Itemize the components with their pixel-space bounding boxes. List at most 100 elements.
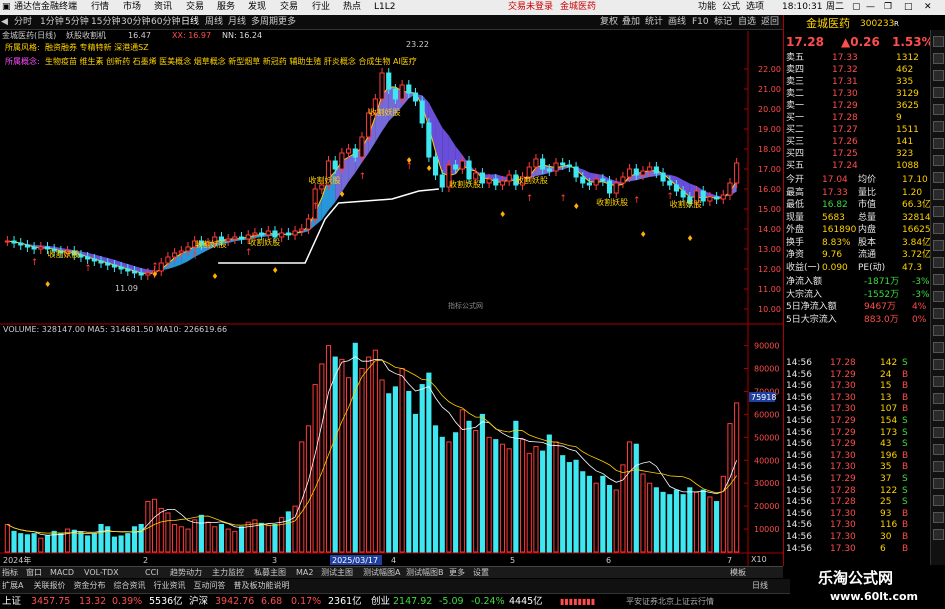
period-15min[interactable]: 15分钟 <box>91 17 120 28</box>
tool-icon[interactable] <box>933 223 944 234</box>
period-monthly[interactable]: 月线 <box>228 17 246 28</box>
period-more[interactable]: 更多 <box>278 17 296 28</box>
tool-icon[interactable] <box>933 138 944 149</box>
info-tab[interactable]: 互动问答 <box>194 581 226 591</box>
indicator-tab[interactable]: CCI <box>145 568 159 578</box>
tool-icon[interactable] <box>933 308 944 319</box>
info-tab[interactable]: 综合资讯 <box>114 581 146 591</box>
period-5min[interactable]: 5分钟 <box>65 17 89 28</box>
menu-item[interactable]: 服务 <box>217 2 235 13</box>
tool-icon[interactable] <box>933 393 944 404</box>
tool-icon[interactable] <box>933 240 944 251</box>
tool-icon[interactable] <box>933 172 944 183</box>
menu-item[interactable]: 发现 <box>248 2 266 13</box>
indicator-tab[interactable]: 更多 <box>449 568 465 578</box>
tool-icon[interactable] <box>933 461 944 472</box>
tool-icon[interactable] <box>933 53 944 64</box>
index-name[interactable]: 上证 <box>2 596 21 608</box>
indicator-tab[interactable]: VOL-TDX <box>84 568 119 578</box>
indicator-tab[interactable]: 指标 <box>2 568 18 578</box>
restore-icon[interactable]: ❐ <box>884 2 892 13</box>
tool-icon[interactable] <box>933 274 944 285</box>
daily-tab[interactable]: 日线 <box>752 581 768 591</box>
menu-item[interactable]: 行情 <box>91 2 109 13</box>
order-book-row[interactable]: 买五 17.24 1088 <box>784 160 930 172</box>
btn-adjust[interactable]: 复权 <box>600 17 618 28</box>
index-name[interactable]: 创业 <box>371 596 390 608</box>
tool-icon[interactable] <box>933 342 944 353</box>
indicator-tab[interactable]: 私募主图 <box>254 568 286 578</box>
tool-icon[interactable] <box>933 104 944 115</box>
tool-icon[interactable] <box>933 206 944 217</box>
indicator-tab[interactable]: 窗口 <box>26 568 42 578</box>
menu-options[interactable]: 选项 <box>746 2 764 13</box>
indicator-tab[interactable]: 测试主图 <box>321 568 353 578</box>
menu-item[interactable]: 热点 <box>343 2 361 13</box>
info-tab[interactable]: 关联报价 <box>34 581 66 591</box>
toolbar-back-icon[interactable]: ◀ <box>1 17 8 28</box>
period-1min[interactable]: 1分钟 <box>40 17 64 28</box>
btn-overlay[interactable]: 叠加 <box>622 17 640 28</box>
tool-icon[interactable] <box>933 325 944 336</box>
menu-function[interactable]: 功能 <box>698 2 716 13</box>
indicator-tab[interactable]: MACD <box>50 568 74 578</box>
tool-icon[interactable] <box>933 529 944 540</box>
indicator-tab[interactable]: 主力监控 <box>212 568 244 578</box>
btn-f10[interactable]: F10 <box>692 17 709 28</box>
index-name[interactable]: 沪深 <box>189 596 208 608</box>
period-intraday[interactable]: 分时 <box>14 17 32 28</box>
btn-stats[interactable]: 统计 <box>645 17 663 28</box>
menu-item[interactable]: 交易 <box>280 2 298 13</box>
tool-icon[interactable] <box>933 376 944 387</box>
indicator-tab[interactable]: 测试幅图B <box>406 568 444 578</box>
tool-icon[interactable] <box>933 36 944 47</box>
menu-item[interactable]: L1L2 <box>374 2 395 13</box>
minimize-icon[interactable]: — <box>866 2 875 13</box>
close-icon[interactable]: ✕ <box>924 2 932 13</box>
tool-icon[interactable] <box>933 155 944 166</box>
template-tab[interactable]: 模板 <box>730 568 746 578</box>
btn-draw[interactable]: 画线 <box>668 17 686 28</box>
tool-icon[interactable] <box>933 121 944 132</box>
period-30min[interactable]: 30分钟 <box>121 17 150 28</box>
btn-watchlist[interactable]: 自选 <box>738 17 756 28</box>
maximize-icon[interactable]: □ <box>904 2 913 13</box>
menu-item[interactable]: 市场 <box>123 2 141 13</box>
chart-area[interactable]: 金城医药(日线) 妖股收割机 16.47 XX: 16.97 NN: 16.24… <box>0 30 783 566</box>
menu-item[interactable]: 行业 <box>312 2 330 13</box>
tool-icon[interactable] <box>933 189 944 200</box>
stock-alert[interactable]: 金城医药 <box>560 2 596 13</box>
order-book-row[interactable]: 买三 17.26 141 <box>784 136 930 148</box>
order-book-row[interactable]: 卖五 17.33 1312 <box>784 52 930 64</box>
tool-icon[interactable] <box>933 257 944 268</box>
info-tab[interactable]: 扩展A <box>2 581 23 591</box>
info-tab[interactable]: 行业资讯 <box>154 581 186 591</box>
menu-formula[interactable]: 公式 <box>722 2 740 13</box>
tool-icon[interactable] <box>933 495 944 506</box>
order-book-row[interactable]: 买四 17.25 323 <box>784 148 930 160</box>
kline-chart-svg[interactable]: 金城医药(日线) 妖股收割机 16.47 XX: 16.97 NN: 16.24… <box>0 30 783 566</box>
order-book-row[interactable]: 买一 17.28 9 <box>784 112 930 124</box>
tool-icon[interactable] <box>933 70 944 81</box>
indicator-tab[interactable]: 趋势动力 <box>170 568 202 578</box>
indicator-tab[interactable]: 测试幅图A <box>363 568 400 578</box>
order-book-row[interactable]: 卖四 17.32 462 <box>784 64 930 76</box>
period-daily[interactable]: 日线 <box>181 17 200 28</box>
tool-icon[interactable] <box>933 87 944 98</box>
tool-icon[interactable] <box>933 427 944 438</box>
period-60min[interactable]: 60分钟 <box>151 17 180 28</box>
order-book-row[interactable]: 卖一 17.29 3625 <box>784 100 930 112</box>
indicator-tab[interactable]: MA2 <box>296 568 313 578</box>
tool-icon[interactable] <box>933 359 944 370</box>
window-icon[interactable]: ▢ <box>852 2 861 13</box>
order-book-row[interactable]: 卖三 17.31 335 <box>784 76 930 88</box>
info-tab[interactable]: 资金分布 <box>74 581 106 591</box>
order-book-row[interactable]: 卖二 17.30 3129 <box>784 88 930 100</box>
menu-item[interactable]: 资讯 <box>154 2 172 13</box>
btn-mark[interactable]: 标记 <box>714 17 732 28</box>
login-alert[interactable]: 交易未登录 <box>508 2 553 13</box>
tool-icon[interactable] <box>933 478 944 489</box>
tool-icon[interactable] <box>933 291 944 302</box>
tool-icon[interactable] <box>933 512 944 523</box>
info-tab[interactable]: 普及板功能说明 <box>234 581 290 591</box>
